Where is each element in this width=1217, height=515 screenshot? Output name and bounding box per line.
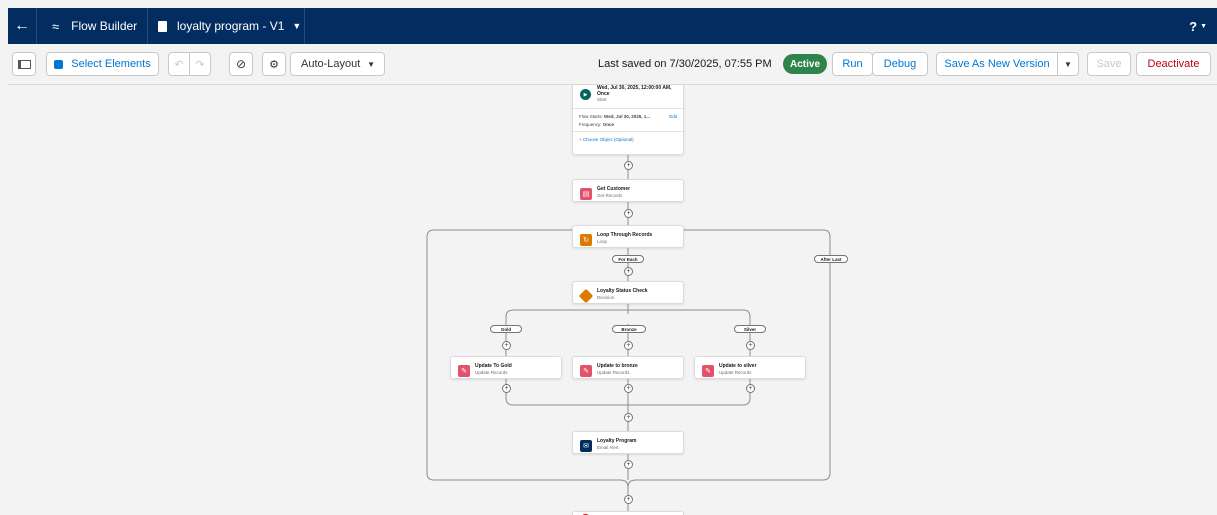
save-button[interactable]: Save [1087,52,1131,76]
gear-icon: ⚙ [269,58,279,71]
email-icon: ✉ [580,440,592,452]
add-element-button[interactable]: + [624,267,633,276]
loop-node[interactable]: ↻ Loop Through Records Loop [572,225,684,248]
update-to-gold-node[interactable]: ✎ Update To Gold Update Records [450,356,562,379]
decision-icon [578,288,594,304]
add-element-button[interactable]: + [746,341,755,350]
decision-node[interactable]: Loyalty Status Check Decision [572,281,684,304]
settings-button[interactable]: ⚙ [262,52,286,76]
add-element-button[interactable]: + [624,413,633,422]
branch-label-silver: Silver [734,325,766,333]
status-badge: Active [783,54,827,74]
update-to-bronze-node[interactable]: ✎ Update to bronze Update Records [572,356,684,379]
header-divider [147,8,148,44]
back-arrow-icon[interactable]: ← [8,8,36,44]
app-title: ≈ Flow Builder [52,18,138,34]
chevron-down-icon: ▼ [367,59,375,69]
loop-icon: ↻ [580,234,592,246]
file-icon [158,20,167,32]
help-menu[interactable]: ? ▼ [1189,8,1207,44]
get-records-icon: ▤ [580,188,592,200]
select-icon [54,59,64,69]
header-divider [304,8,305,44]
chevron-down-icon: ▼ [292,21,302,31]
update-records-icon: ✎ [702,365,714,377]
last-saved-text: Last saved on 7/30/2025, 07:55 PM [598,58,772,70]
add-element-button[interactable]: + [624,495,633,504]
divider [573,131,683,132]
update-records-icon: ✎ [458,365,470,377]
save-as-new-version-button[interactable]: Save As New Version [936,52,1058,76]
add-element-button[interactable]: + [502,341,511,350]
debug-button[interactable]: Debug [872,52,928,76]
toggle-panel-button[interactable] [12,52,36,76]
flow-icon: ≈ [52,18,60,34]
after-last-label: After Last [814,255,848,263]
end-node[interactable] [572,511,684,515]
add-element-button[interactable]: + [502,384,511,393]
branch-label-bronze: Bronze [612,325,646,333]
flow-builder-window: ← ≈ Flow Builder loyalty program - V1 ▼ … [8,8,1217,515]
chevron-down-icon: ▼ [1200,22,1207,30]
panel-icon [17,59,31,69]
redo-button[interactable]: ↷ [189,52,211,76]
add-element-button[interactable]: + [624,341,633,350]
redo-icon: ↷ [195,58,205,71]
add-element-button[interactable]: + [624,384,633,393]
add-element-button[interactable]: + [624,161,633,170]
add-element-button[interactable]: + [624,460,633,469]
add-element-button[interactable]: + [746,384,755,393]
update-to-silver-node[interactable]: ✎ Update to silver Update Records [694,356,806,379]
choose-object-link[interactable]: + Choose Object (Optional) [579,137,634,142]
app-header: ← ≈ Flow Builder loyalty program - V1 ▼ … [8,8,1217,44]
undo-icon: ↶ [174,58,184,71]
undo-button[interactable]: ↶ [168,52,190,76]
flow-canvas[interactable]: ▶ Wed, Jul 30, 2025, 12:00:00 AM, Once S… [8,85,1217,515]
layout-select[interactable]: Auto-Layout ▼ [290,52,385,76]
flow-name-menu[interactable]: loyalty program - V1 ▼ [158,8,301,44]
save-options-button[interactable]: ▼ [1057,52,1079,76]
select-elements-button[interactable]: Select Elements [46,52,159,76]
play-icon: ▶ [580,89,591,100]
edit-link[interactable]: Edit [669,114,677,119]
toolbar: Select Elements ↶ ↷ ⊘ ⚙ Auto-Layout ▼ La… [8,44,1217,85]
update-records-icon: ✎ [580,365,592,377]
start-node[interactable]: ▶ Wed, Jul 30, 2025, 12:00:00 AM, Once S… [572,85,684,155]
run-button[interactable]: Run [832,52,873,76]
deactivate-button[interactable]: Deactivate [1136,52,1211,76]
disable-button[interactable]: ⊘ [229,52,253,76]
chevron-down-icon: ▼ [1064,59,1072,69]
loyalty-program-email-node[interactable]: ✉ Loyalty Program Email Alert [572,431,684,454]
prohibit-icon: ⊘ [235,57,247,71]
header-divider [36,8,37,44]
get-customer-node[interactable]: ▤ Get Customer Get Records [572,179,684,202]
divider [573,108,683,109]
branch-label-gold: Gold [490,325,522,333]
add-element-button[interactable]: + [624,209,633,218]
for-each-label: For Each [612,255,644,263]
